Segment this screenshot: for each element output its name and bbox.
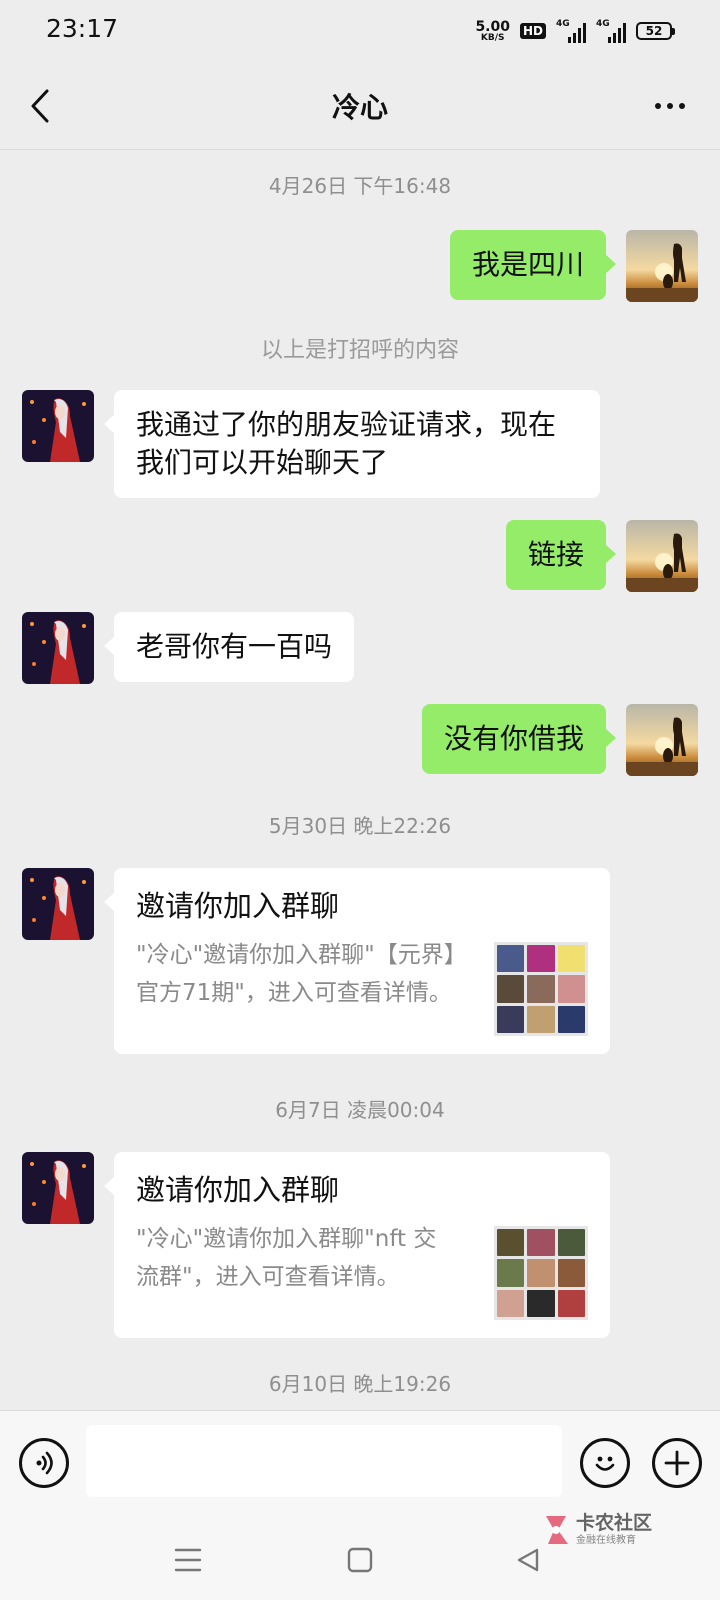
self-avatar[interactable] [626,230,698,302]
timestamp: 6月7日 凌晨00:04 [275,1098,445,1122]
emoji-icon [595,1456,615,1471]
status-bar: 23:17 5.00 KB/S HD 4G 4G 52 [0,0,720,62]
more-button[interactable] [648,88,692,124]
group-invite-card[interactable]: 邀请你加入群聊 "冷心"邀请你加入群聊"nft 交流群"，进入可查看详情。 [104,1152,610,1338]
message-input[interactable] [86,1425,562,1497]
signal-label: 4G [556,19,570,29]
invite-title: 邀请你加入群聊 [136,1173,340,1207]
watermark-subtitle: 金融在线教育 [576,1535,636,1546]
menu-nav-button[interactable] [168,1540,208,1580]
contact-avatar[interactable] [22,1152,94,1224]
watermark-title: 卡农社区 [576,1512,653,1534]
battery-icon: 52 [636,22,675,40]
input-bar [0,1410,720,1518]
message-bubble-received[interactable]: 我通过了你的朋友验证请求，现在我们可以开始聊天了 [104,390,600,498]
signal-icon-2: 4G [596,19,626,43]
avatar-image [626,704,698,776]
watermark-logo-icon [546,1516,568,1544]
home-nav-button[interactable] [340,1540,380,1580]
message-bubble-sent[interactable]: 没有你借我 [421,704,617,774]
group-invite-card[interactable]: 邀请你加入群聊 "冷心"邀请你加入群聊"【元界】官方71期"，进入可查看详情。 [104,868,610,1054]
contact-avatar[interactable] [22,390,94,462]
chat-area[interactable]: 4月26日 下午16:48 我是四川 以上是打招呼的内容 我通过了你的朋友验证请 [0,150,720,1410]
signal-icon: 4G [556,19,586,43]
message-bubble-sent[interactable]: 我是四川 [449,230,617,300]
timestamp: 4月26日 下午16:48 [268,174,452,198]
avatar-image [22,868,94,940]
message-bubble-sent[interactable]: 链接 [505,520,617,590]
chat-header: 冷心 [0,62,720,150]
avatar-image [626,520,698,592]
self-avatar[interactable] [626,520,698,592]
chat-title: 冷心 [331,91,388,124]
group-avatar-grid [494,1226,588,1320]
invite-description: "冷心"邀请你加入群聊"nft 交流群"，进入可查看详情。 [136,1226,437,1290]
self-avatar[interactable] [626,704,698,776]
voice-icon [36,1451,53,1475]
status-icons: 5.00 KB/S HD 4G 4G 52 [475,16,675,46]
invite-title: 邀请你加入群聊 [136,889,340,923]
avatar-image [22,612,94,684]
network-speed: 5.00 KB/S [475,20,510,43]
invite-description: "冷心"邀请你加入群聊"【元界】官方71期"，进入可查看详情。 [136,942,456,1006]
plus-icon [664,1450,690,1476]
square-icon [347,1547,373,1573]
menu-icon [174,1548,202,1572]
timestamp: 6月10日 晚上19:26 [268,1372,452,1396]
watermark: 卡农社区 金融在线教育 [540,1508,690,1552]
hd-icon: HD [519,23,546,39]
avatar-image [22,390,94,462]
group-avatar-grid [494,942,588,1036]
voice-button[interactable] [19,1438,69,1488]
network-speed-unit: KB/S [480,32,505,43]
avatar-image [22,1152,94,1224]
emoji-button[interactable] [580,1438,630,1488]
ellipsis-icon [655,103,661,109]
contact-avatar[interactable] [22,868,94,940]
avatar-image [626,230,698,302]
plus-button[interactable] [652,1438,702,1488]
message-bubble-received[interactable]: 老哥你有一百吗 [103,612,355,682]
status-time: 23:17 [46,14,119,43]
network-speed-value: 5.00 [475,18,510,35]
triangle-back-icon [517,1548,539,1572]
timestamp: 5月30日 晚上22:26 [268,814,452,838]
contact-avatar[interactable] [22,612,94,684]
signal-label-2: 4G [596,19,610,29]
system-message: 以上是打招呼的内容 [260,338,459,363]
